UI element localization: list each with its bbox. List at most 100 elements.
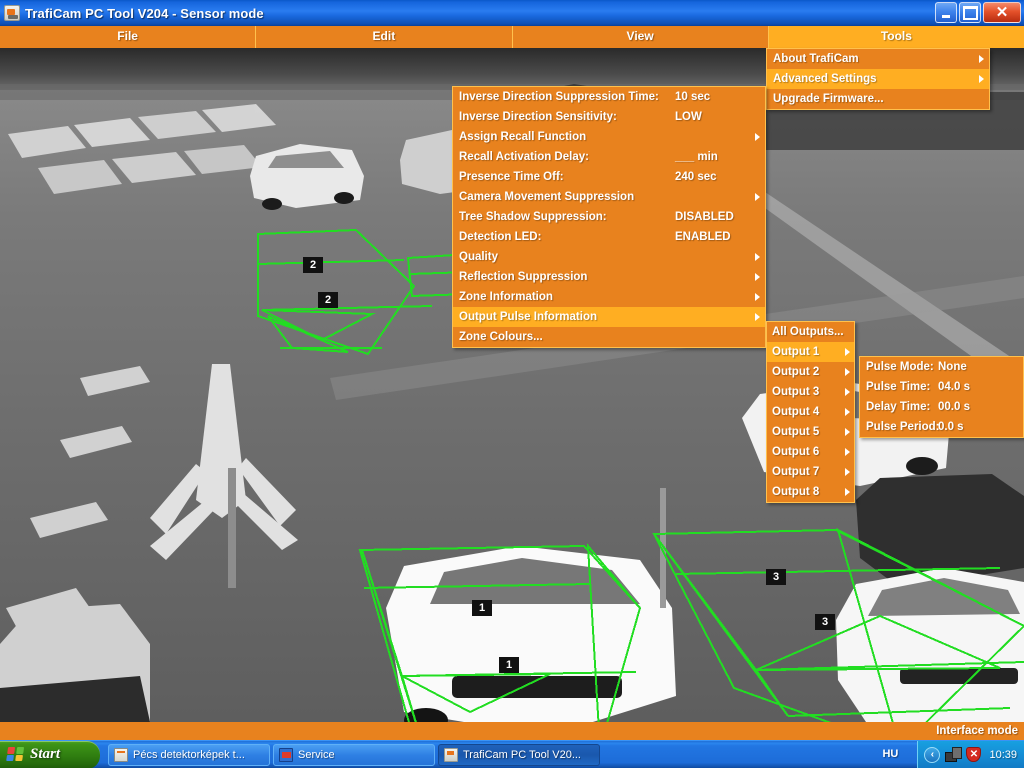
menu-item-label: Camera Movement Suppression [459, 191, 635, 203]
menu-view[interactable]: View [512, 26, 769, 48]
menu-item-label: Inverse Direction Sensitivity: [459, 111, 617, 123]
menu-item-label: Tree Shadow Suppression: [459, 211, 607, 223]
menu-item-output-3[interactable]: Output 3 [767, 382, 854, 402]
menu-item-output-1[interactable]: Output 1 [767, 342, 854, 362]
taskbar-item-service[interactable]: Service [273, 743, 435, 766]
menu-item-reflection-suppression[interactable]: Reflection Suppression [453, 267, 765, 287]
menu-item-value: LOW [675, 111, 702, 123]
menu-item-label: Detection LED: [459, 231, 542, 243]
menu-item-label: Output 5 [772, 426, 820, 438]
menu-item-label: Output Pulse Information [459, 311, 597, 323]
clock[interactable]: 10:39 [989, 749, 1017, 761]
menu-item-output-8[interactable]: Output 8 [767, 482, 854, 502]
menu-item-label: Advanced Settings [773, 73, 877, 85]
menu-item-about-traficam[interactable]: About TrafiCam [767, 49, 989, 69]
taskbar: Start Pécs detektorképek t... Service Tr… [0, 740, 1024, 768]
system-tray: HU ‹ ✕ 10:39 [882, 740, 1024, 768]
submenu-arrow-icon [845, 408, 850, 416]
pulse-period-row: Pulse Period: 0.0 s [860, 417, 1023, 437]
menu-item-value: ___ min [675, 151, 718, 163]
menu-item-tree-shadow-suppression[interactable]: Tree Shadow Suppression: DISABLED [453, 207, 765, 227]
delay-time-value: 00.0 s [938, 401, 970, 413]
menu-item-output-7[interactable]: Output 7 [767, 462, 854, 482]
menu-item-advanced-settings[interactable]: Advanced Settings [767, 69, 989, 89]
window-title: TrafiCam PC Tool V204 - Sensor mode [25, 5, 264, 21]
pulse-information-panel: Pulse Mode: None Pulse Time: 04.0 s Dela… [859, 356, 1024, 438]
advanced-settings-submenu: Inverse Direction Suppression Time: 10 s… [452, 86, 766, 348]
tools-dropdown-menu: About TrafiCam Advanced Settings Upgrade… [766, 48, 990, 110]
pulse-mode-value: None [938, 361, 967, 373]
pulse-period-value: 0.0 s [938, 421, 964, 433]
menu-item-zone-colours[interactable]: Zone Colours... [453, 327, 765, 347]
menu-item-output-pulse-information[interactable]: Output Pulse Information [453, 307, 765, 327]
pulse-time-value: 04.0 s [938, 381, 970, 393]
menu-item-zone-information[interactable]: Zone Information [453, 287, 765, 307]
menu-item-output-5[interactable]: Output 5 [767, 422, 854, 442]
pulse-mode-label: Pulse Mode: [866, 361, 934, 373]
close-icon: ✕ [995, 4, 1009, 21]
minimize-button[interactable] [935, 2, 957, 23]
java-app-icon [4, 5, 20, 21]
menu-item-label: Upgrade Firmware... [773, 93, 884, 105]
menu-item-assign-recall-function[interactable]: Assign Recall Function [453, 127, 765, 147]
delay-time-label: Delay Time: [866, 401, 931, 413]
task-list: Pécs detektorképek t... Service TrafiCam… [108, 743, 917, 766]
zone-badge: 2 [318, 292, 338, 308]
menu-item-recall-activation-delay[interactable]: Recall Activation Delay: ___ min [453, 147, 765, 167]
submenu-arrow-icon [755, 313, 760, 321]
close-button[interactable]: ✕ [983, 2, 1021, 23]
language-indicator[interactable]: HU [882, 748, 898, 760]
submenu-arrow-icon [845, 368, 850, 376]
menu-item-inverse-direction-sensitivity[interactable]: Inverse Direction Sensitivity: LOW [453, 107, 765, 127]
menu-item-inverse-direction-suppression-time[interactable]: Inverse Direction Suppression Time: 10 s… [453, 87, 765, 107]
windows-logo-icon [6, 746, 25, 763]
zone-badge: 3 [766, 569, 786, 585]
menu-item-label: Quality [459, 251, 498, 263]
menu-item-presence-time-off[interactable]: Presence Time Off: 240 sec [453, 167, 765, 187]
submenu-arrow-icon [755, 273, 760, 281]
menu-item-all-outputs[interactable]: All Outputs... [767, 322, 854, 342]
menu-item-value: DISABLED [675, 211, 734, 223]
submenu-arrow-icon [979, 55, 984, 63]
submenu-arrow-icon [845, 428, 850, 436]
submenu-arrow-icon [755, 193, 760, 201]
maximize-button[interactable] [959, 2, 981, 23]
menu-item-label: Recall Activation Delay: [459, 151, 589, 163]
menu-item-label: Output 1 [772, 346, 820, 358]
menu-item-label: Output 3 [772, 386, 820, 398]
menu-item-detection-led[interactable]: Detection LED: ENABLED [453, 227, 765, 247]
zone-badge: 3 [815, 614, 835, 630]
chevron-left-icon[interactable]: ‹ [924, 746, 941, 763]
taskbar-item-traficam[interactable]: TrafiCam PC Tool V20... [438, 743, 600, 766]
menu-item-output-4[interactable]: Output 4 [767, 402, 854, 422]
menu-item-label: Output 4 [772, 406, 820, 418]
menu-bar: File Edit View Tools [0, 26, 1024, 48]
security-shield-icon[interactable]: ✕ [966, 747, 982, 762]
submenu-arrow-icon [845, 488, 850, 496]
menu-item-value: ENABLED [675, 231, 731, 243]
menu-item-output-6[interactable]: Output 6 [767, 442, 854, 462]
menu-item-camera-movement-suppression[interactable]: Camera Movement Suppression [453, 187, 765, 207]
zone-badge: 1 [472, 600, 492, 616]
submenu-arrow-icon [845, 388, 850, 396]
menu-item-label: Output 7 [772, 466, 820, 478]
taskbar-item-pecs[interactable]: Pécs detektorképek t... [108, 743, 270, 766]
menu-file[interactable]: File [0, 26, 257, 48]
menu-item-upgrade-firmware[interactable]: Upgrade Firmware... [767, 89, 989, 109]
menu-item-label: Assign Recall Function [459, 131, 587, 143]
menu-item-label: Output 2 [772, 366, 820, 378]
start-button[interactable]: Start [0, 740, 100, 768]
menu-item-label: Inverse Direction Suppression Time: [459, 91, 659, 103]
pulse-time-row: Pulse Time: 04.0 s [860, 377, 1023, 397]
menu-item-quality[interactable]: Quality [453, 247, 765, 267]
menu-item-output-2[interactable]: Output 2 [767, 362, 854, 382]
menu-item-label: Zone Colours... [459, 331, 543, 343]
title-bar: TrafiCam PC Tool V204 - Sensor mode ✕ [0, 0, 1024, 26]
network-icon[interactable] [945, 746, 963, 763]
menu-item-label: Output 8 [772, 486, 820, 498]
menu-tools[interactable]: Tools [768, 26, 1024, 48]
application-window: TrafiCam PC Tool V204 - Sensor mode ✕ Fi… [0, 0, 1024, 768]
submenu-arrow-icon [755, 253, 760, 261]
menu-edit[interactable]: Edit [256, 26, 513, 48]
submenu-arrow-icon [845, 448, 850, 456]
